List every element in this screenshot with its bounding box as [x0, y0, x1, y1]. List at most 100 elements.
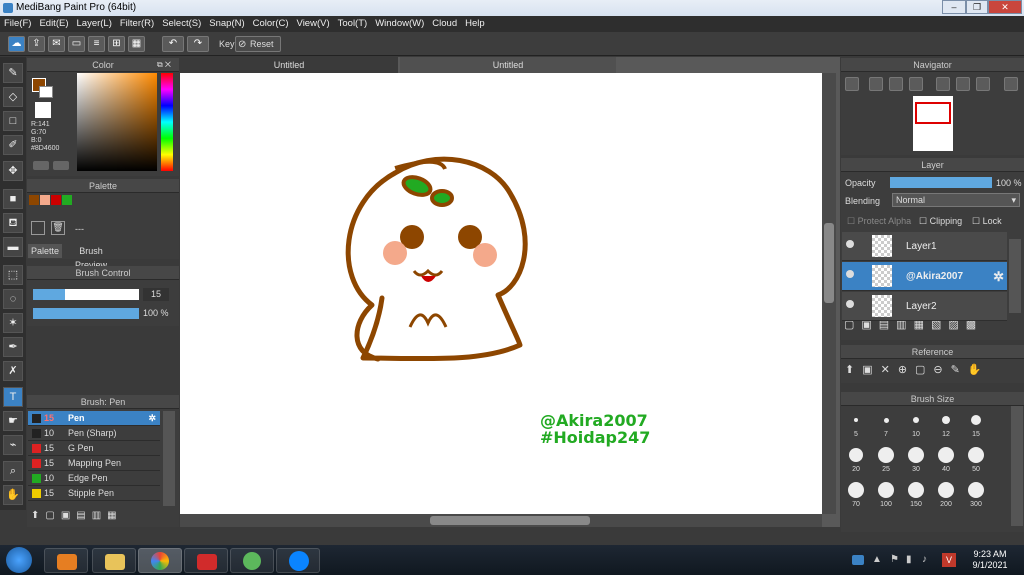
brush-list-item[interactable]: 15 Mapping Pen — [28, 456, 160, 471]
minimize-button[interactable]: – — [942, 0, 966, 14]
layer-row[interactable]: Layer2 — [842, 292, 1007, 321]
nav-flip-icon[interactable] — [1004, 77, 1018, 91]
brush-opacity-slider[interactable] — [33, 308, 139, 319]
magic-wand-icon[interactable]: ✶ — [3, 313, 23, 333]
gear-icon[interactable]: ✲ — [148, 411, 156, 426]
background-color[interactable] — [39, 86, 53, 98]
select-rect-icon[interactable]: ⬚ — [3, 265, 23, 285]
brush-size-dot[interactable] — [938, 482, 954, 498]
color-btn-1[interactable] — [33, 161, 49, 170]
tray-network-icon[interactable]: ▮ — [906, 554, 912, 565]
layer-opacity-slider[interactable] — [890, 177, 992, 188]
brush-tool-icon[interactable]: ✎ — [3, 63, 23, 83]
taskbar-explorer[interactable] — [92, 548, 136, 573]
layer-row[interactable]: @Akira2007 ✲ — [842, 262, 1007, 291]
tray-up-icon[interactable]: ▲ — [872, 554, 882, 565]
hand-tool-icon[interactable]: ✋ — [3, 485, 23, 505]
layer-row[interactable]: Layer1 — [842, 232, 1007, 261]
menu-item[interactable]: Snap(N) — [205, 16, 248, 32]
palette-swatch[interactable] — [62, 195, 72, 205]
clipping-checkbox[interactable]: ☐ Clipping — [919, 216, 962, 227]
tab-palette[interactable]: Palette — [28, 244, 62, 258]
comment-icon[interactable]: ▭ — [68, 36, 85, 52]
menu-item[interactable]: Help — [461, 16, 489, 32]
hue-slider[interactable] — [161, 73, 173, 171]
undo-button[interactable]: ↶ — [162, 36, 184, 52]
brush-size-slider[interactable] — [33, 289, 139, 300]
menu-item[interactable]: View(V) — [293, 16, 334, 32]
palette-swatch[interactable] — [40, 195, 50, 205]
color-sv-picker[interactable] — [77, 73, 157, 171]
brush-size-dot[interactable] — [942, 416, 950, 424]
brush-size-dot[interactable] — [938, 447, 954, 463]
brush-size-dot[interactable] — [849, 448, 863, 462]
brush-list-scrollbar[interactable] — [163, 411, 175, 506]
start-button[interactable] — [6, 547, 32, 573]
reset-button[interactable]: ⊘ Reset — [235, 36, 281, 52]
nav-fit-icon[interactable] — [889, 77, 903, 91]
brush-size-value[interactable]: 15 — [143, 288, 169, 301]
brush-size-dot[interactable] — [968, 447, 984, 463]
lasso-tool-icon[interactable]: ◌ — [3, 289, 23, 309]
dot-tool-icon[interactable]: □ — [3, 111, 23, 131]
brush-size-dot[interactable] — [971, 415, 981, 425]
eye-icon[interactable] — [846, 240, 854, 248]
color-btn-2[interactable] — [53, 161, 69, 170]
brush-size-dot[interactable] — [848, 482, 864, 498]
document-icon[interactable]: ≡ — [88, 36, 105, 52]
taskbar-coccoc[interactable] — [230, 548, 274, 573]
tray-v-icon[interactable]: V — [942, 553, 956, 567]
close-button[interactable]: ✕ — [988, 0, 1022, 14]
maximize-button[interactable]: ❐ — [966, 0, 988, 14]
operation-tool-icon[interactable]: ☛ — [3, 411, 23, 431]
taskbar-media-player[interactable] — [44, 548, 88, 573]
reference-toolbar[interactable]: ⬆▣✕⊕▢⊖✎✋ — [845, 363, 990, 376]
brush-size-scrollbar[interactable] — [1011, 406, 1023, 526]
protect-alpha-checkbox[interactable]: ☐ Protect Alpha — [847, 216, 911, 227]
brush-list-item[interactable]: 15 Pen ✲ — [28, 411, 160, 426]
brush-size-dot[interactable] — [878, 447, 894, 463]
chat-icon[interactable]: ✉ — [48, 36, 65, 52]
vertical-scroll-thumb[interactable] — [824, 223, 834, 303]
nav-reset-icon[interactable] — [956, 77, 970, 91]
horizontal-scroll-thumb[interactable] — [430, 516, 590, 525]
menu-item[interactable]: Layer(L) — [73, 16, 116, 32]
horizontal-scrollbar[interactable] — [180, 514, 822, 527]
navigator-preview[interactable] — [913, 96, 953, 151]
redo-button[interactable]: ↷ — [187, 36, 209, 52]
vertical-scrollbar[interactable] — [822, 73, 836, 514]
menu-item[interactable]: Window(W) — [371, 16, 428, 32]
menu-item[interactable]: Cloud — [428, 16, 461, 32]
select-pen-icon[interactable]: ✒ — [3, 337, 23, 357]
gear-icon[interactable]: ✲ — [993, 269, 1004, 285]
move-tool-icon[interactable]: ✥ — [3, 161, 23, 181]
menu-item[interactable]: File(F) — [0, 16, 35, 32]
brush-list-toolbar[interactable]: ⬆▢▣▤▥▦ — [31, 510, 123, 521]
navigator-viewport[interactable] — [915, 102, 951, 124]
nav-zoom-out-icon[interactable] — [909, 77, 923, 91]
eye-icon[interactable] — [846, 270, 854, 278]
brush-list-item[interactable]: 15 Stipple Pen — [28, 486, 160, 501]
brush-size-dot[interactable] — [883, 417, 889, 423]
nav-zoom-icon[interactable] — [869, 77, 883, 91]
menu-item[interactable]: Select(S) — [158, 16, 205, 32]
layers-icon[interactable]: ▦ — [128, 36, 145, 52]
bucket-tool-icon[interactable]: ⛾ — [3, 213, 23, 233]
taskbar-medibang[interactable] — [184, 548, 228, 573]
transparent-color[interactable] — [35, 102, 51, 118]
brush-size-dot[interactable] — [908, 447, 924, 463]
menu-item[interactable]: Color(C) — [249, 16, 293, 32]
brush-size-dot[interactable] — [908, 482, 924, 498]
nav-zoom-in-icon[interactable] — [845, 77, 859, 91]
brush-list-item[interactable]: 15 G Pen — [28, 441, 160, 456]
menu-item[interactable]: Filter(R) — [116, 16, 158, 32]
brush-size-dot[interactable] — [854, 418, 858, 422]
brush-size-dot[interactable] — [878, 482, 894, 498]
eyedropper-icon[interactable]: ⌁ — [3, 435, 23, 455]
blending-select[interactable]: Normal ▾ — [892, 193, 1020, 207]
doc-tab-1[interactable]: Untitled — [180, 57, 398, 73]
lock-checkbox[interactable]: ☐ Lock — [972, 216, 1002, 227]
clock[interactable]: 9:23 AM 9/1/2021 — [965, 549, 1015, 571]
menu-item[interactable]: Edit(E) — [35, 16, 72, 32]
tray-volume-icon[interactable]: ♪ — [922, 554, 927, 565]
